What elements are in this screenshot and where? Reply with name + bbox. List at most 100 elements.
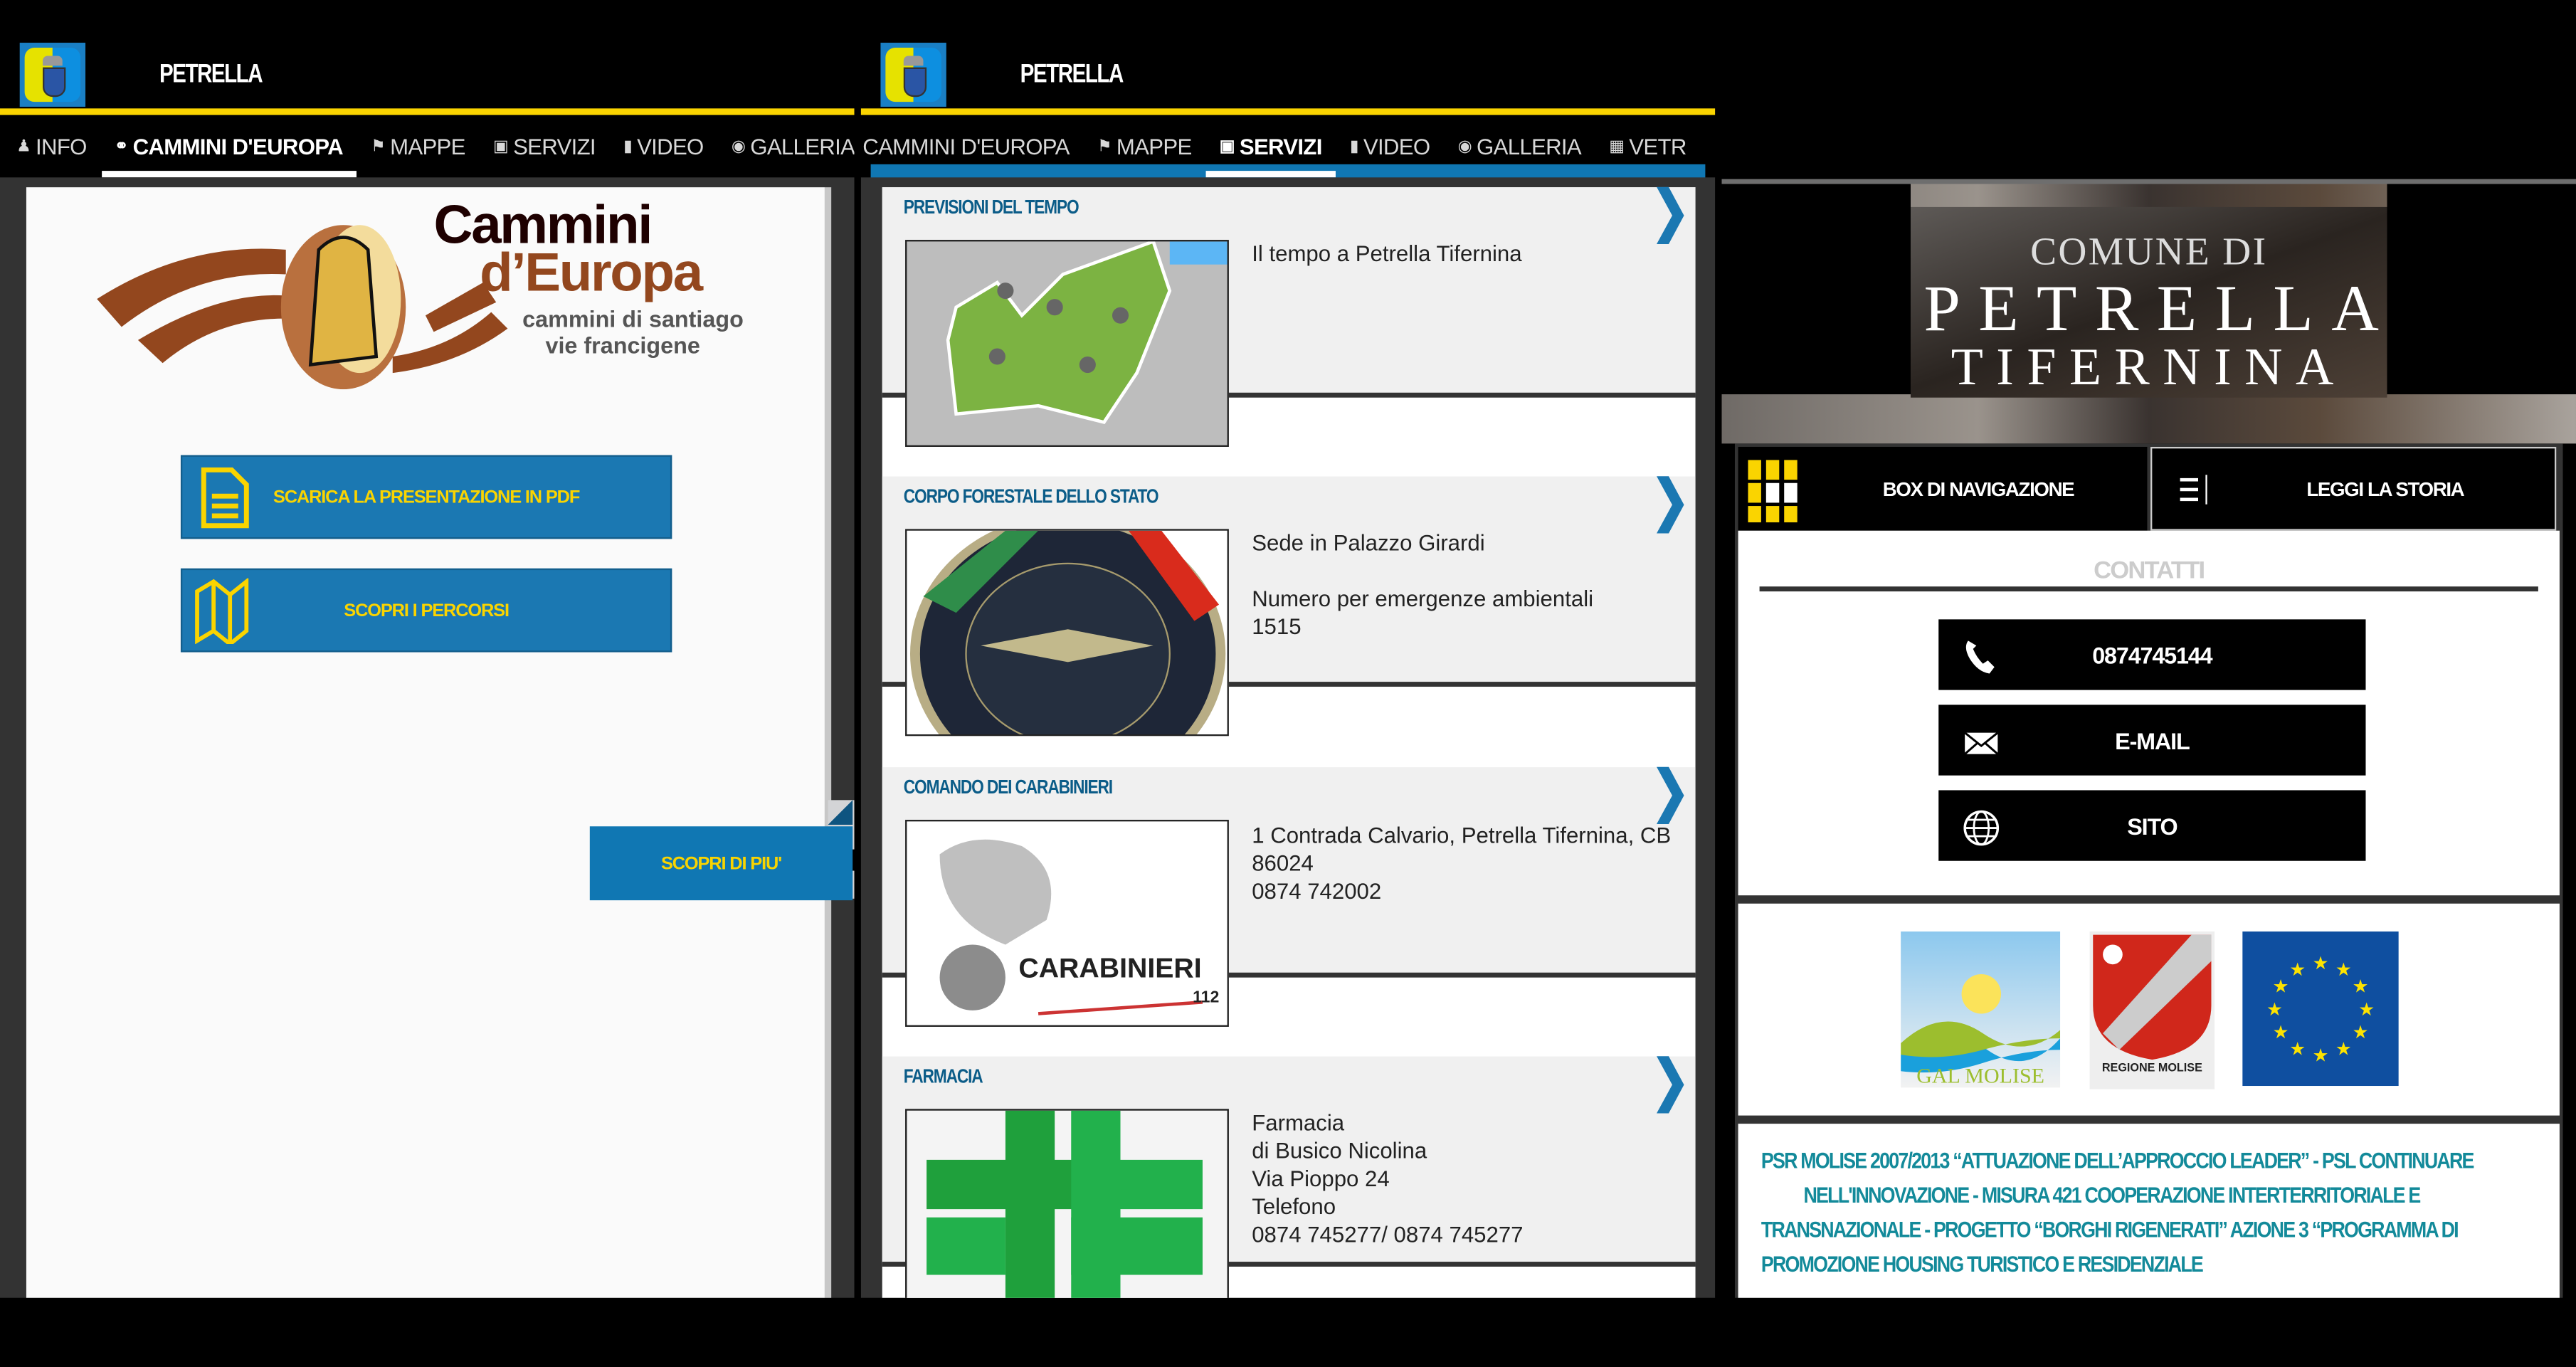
camera-icon: ◉	[1457, 137, 1472, 156]
chevron-right-icon[interactable]: ❯	[1651, 179, 1689, 243]
phone-icon	[1965, 640, 1995, 674]
tab-info[interactable]: ♟ INFO	[16, 115, 87, 178]
website-button[interactable]: SITO	[1938, 790, 2366, 861]
people-icon: ♟	[16, 137, 31, 156]
chevron-right-icon[interactable]: ❯	[1651, 468, 1689, 532]
tab-label: VIDEO	[637, 134, 704, 159]
tab-label: MAPPE	[390, 134, 465, 159]
phone-button[interactable]: 0874745144	[1938, 619, 2366, 690]
funding-line: TRANSNAZIONALE - PROGETTO “BORGHI RIGENE…	[1761, 1217, 2459, 1242]
app-title: PETRELLA	[1020, 60, 1124, 89]
email-button[interactable]: E-MAIL	[1938, 704, 2366, 776]
detail-line: Via Pioppo 24	[1252, 1166, 1390, 1191]
navigation-box-button[interactable]: BOX DI NAVIGAZIONE	[1738, 446, 2148, 531]
tab-bar: ⚭CAMMINI D'EUROPA ⚑MAPPE ▣SERVIZI ▮VIDEO…	[861, 115, 1716, 178]
tab-servizi[interactable]: ▣ SERVIZI	[493, 115, 596, 178]
tab-label: SERVIZI	[1239, 134, 1323, 159]
cammini-logo: Cammini d’Europa cammini di santiago vie…	[89, 194, 779, 390]
funding-line: PROMOZIONE HOUSING TURISTICO E RESIDENZI…	[1761, 1252, 2204, 1277]
scrollbar-track[interactable]	[824, 187, 832, 1298]
carabinieri-wordmark: CARABINIERI	[1018, 953, 1202, 984]
eu-star-icon: ★	[2335, 960, 2352, 980]
tab-galleria[interactable]: ◉ GALLERIA	[1457, 115, 1582, 178]
service-item-farmacia[interactable]: FARMACIA ❯ Farmacia di Busico Nicolina V…	[882, 1050, 1696, 1298]
discover-more-button[interactable]: SCOPRI DI PIU'	[589, 826, 853, 901]
hero-banner: COMUNE DI PETRELLA TIFERNINA	[1721, 184, 2576, 444]
read-story-label: LEGGI LA STORIA	[2306, 477, 2464, 500]
eu-star-icon: ★	[2266, 1000, 2283, 1020]
service-title: CORPO FORESTALE DELLO STATO	[903, 485, 1159, 508]
tab-servizi[interactable]: ▣ SERVIZI	[1206, 115, 1336, 178]
tab-vetrina[interactable]: ▦ VETR	[1609, 115, 1686, 178]
tab-mappe[interactable]: ⚑ MAPPE	[1097, 115, 1192, 178]
service-details: 1 Contrada Calvario, Petrella Tifernina,…	[1252, 793, 1671, 905]
tab-galleria[interactable]: ◉ GALLERIA	[732, 115, 855, 178]
app-title: PETRELLA	[159, 60, 263, 89]
menu-icon	[2180, 474, 2207, 504]
service-item-weather[interactable]: PREVISIONI DEL TEMPO ❯ Il tempo a Petrel…	[882, 181, 1696, 476]
chevron-right-icon[interactable]: ❯	[1651, 1047, 1689, 1112]
hero-line-3: TIFERNINA	[1951, 337, 2347, 396]
detail-line: 0874 742002	[1252, 879, 1382, 904]
tab-label: GALLERIA	[1477, 134, 1582, 159]
cammini-content: Cammini d’Europa cammini di santiago vie…	[26, 187, 825, 1298]
tab-video[interactable]: ▮ VIDEO	[623, 115, 704, 178]
eu-star-icon: ★	[2273, 976, 2289, 996]
app-logo-icon	[880, 43, 946, 107]
camera-icon: ◉	[731, 137, 746, 156]
eu-flag-logo: ★ ★ ★ ★ ★ ★ ★ ★ ★ ★ ★ ★	[2242, 931, 2399, 1087]
tab-cammini[interactable]: ⚭CAMMINI D'EUROPA	[861, 115, 1070, 178]
service-details: Il tempo a Petrella Tifernina	[1252, 240, 1521, 268]
services-list[interactable]: PREVISIONI DEL TEMPO ❯ Il tempo a Petrel…	[882, 181, 1696, 1298]
video-icon: ▮	[623, 137, 633, 156]
gal-molise-text: GAL MOLISE	[1916, 1062, 2044, 1088]
service-title: FARMACIA	[903, 1065, 983, 1088]
tab-mappe[interactable]: ⚑ MAPPE	[371, 115, 465, 178]
logo-subtitle-1: cammini di santiago	[522, 305, 744, 332]
grid-icon	[1748, 459, 1798, 522]
eu-star-icon: ★	[2353, 976, 2369, 996]
tab-label: GALLERIA	[750, 134, 855, 159]
service-item-forestale[interactable]: CORPO FORESTALE DELLO STATO ❯ Sede in Pa…	[882, 470, 1696, 766]
video-icon: ▮	[1349, 137, 1359, 156]
panel-home: COMUNE DI PETRELLA TIFERNINA BOX DI NAVI…	[1721, 0, 2576, 1298]
eu-star-icon: ★	[2335, 1040, 2352, 1060]
tab-video[interactable]: ▮ VIDEO	[1350, 115, 1430, 178]
read-story-button[interactable]: LEGGI LA STORIA	[2150, 446, 2557, 531]
hero-title: COMUNE DI PETRELLA TIFERNINA	[1910, 206, 2397, 398]
regione-molise-logo: REGIONE MOLISE	[2089, 931, 2215, 1089]
briefcase-icon: ▣	[492, 137, 509, 156]
map-icon	[195, 578, 249, 644]
document-icon	[201, 467, 249, 529]
detail-line: 0874 745277/ 0874 745277	[1252, 1222, 1524, 1247]
screen: PETRELLA ♟ INFO ⚭ CAMMINI D'EUROPA ⚑ MAPPE …	[0, 0, 2576, 1367]
hero-line-1: COMUNE DI	[2030, 231, 2268, 275]
flag-icon: ⚑	[1097, 137, 1112, 156]
carabinieri-number: 112	[1193, 988, 1220, 1008]
logo-title-2: d’Europa	[480, 241, 703, 302]
funding-line: NELL'INNOVAZIONE - MISURA 421 COOPERAZIO…	[1803, 1183, 2421, 1208]
eu-stars: ★ ★★★★★★★★★★★	[2266, 954, 2375, 1065]
tab-label: VETR	[1629, 134, 1686, 159]
contacts-section: CONTATTI 0874745144 E-MAIL SITO	[1738, 530, 2560, 896]
flag-icon: ⚑	[371, 137, 386, 156]
discover-routes-button[interactable]: SCOPRI I PERCORSI	[180, 568, 672, 653]
detail-line: Sede in Palazzo Girardi	[1252, 530, 1485, 556]
service-item-carabinieri[interactable]: COMANDO DEI CARABINIERI ❯ CARABINIERI 11…	[882, 761, 1696, 1056]
tab-cammini[interactable]: ⚭CAMMINI D'EUROPA	[101, 115, 357, 178]
eu-star-icon: ★	[2313, 1045, 2329, 1065]
navigation-box-label: BOX DI NAVIGAZIONE	[1882, 477, 2075, 500]
contacts-title: CONTATTI	[2094, 556, 2205, 585]
eu-star-icon: ★	[2358, 1000, 2375, 1020]
discover-more-label: SCOPRI DI PIU'	[660, 853, 782, 874]
eu-star-icon: ★	[2313, 954, 2329, 973]
download-pdf-button[interactable]: SCARICA LA PRESENTAZIONE IN PDF	[180, 455, 672, 539]
funding-notice: PSR MOLISE 2007/2013 “ATTUAZIONE DELL’AP…	[1738, 1124, 2560, 1298]
grid-icon: ▦	[1609, 137, 1625, 156]
phone-label: 0874745144	[2092, 641, 2212, 668]
hero-line-2: PETRELLA	[1923, 270, 2397, 345]
eu-star-icon: ★	[2289, 960, 2306, 980]
detail-line: di Busico Nicolina	[1252, 1138, 1427, 1163]
eu-star-icon: ★	[2353, 1023, 2369, 1043]
detail-line: Il tempo a Petrella Tifernina	[1252, 241, 1522, 267]
